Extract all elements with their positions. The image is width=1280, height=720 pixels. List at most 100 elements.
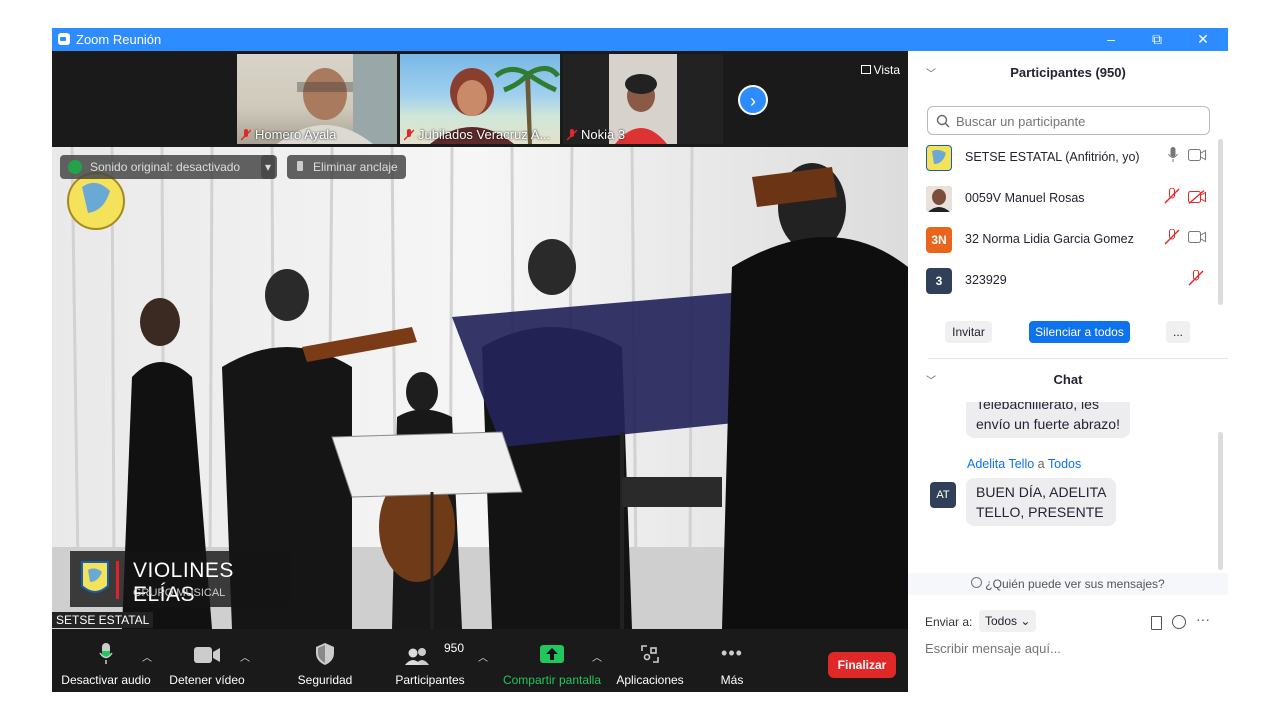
video-area: Homero Ayala Jubilados Veracruz A... Nok… [52, 51, 908, 692]
participants-label: Participantes [395, 673, 465, 687]
mute-audio-button[interactable]: Desactivar audio [58, 629, 154, 692]
shield-icon [316, 643, 334, 665]
avatar [926, 186, 952, 212]
person-info-icon [971, 577, 983, 588]
search-input[interactable] [954, 113, 1198, 130]
participant-row[interactable]: 0059V Manuel Rosas [908, 178, 1228, 218]
thumbnail-name: Jubilados Veracruz A... [418, 127, 551, 142]
thumbnail-name: Nokia 3 [581, 127, 626, 142]
minimize-button[interactable]: – [1088, 28, 1134, 51]
chat-scrollbar[interactable] [1218, 432, 1223, 570]
original-sound-dropdown[interactable]: ▾ [261, 155, 277, 179]
more-options-button[interactable]: ... [1166, 321, 1190, 343]
lower-third-banner: VIOLINES ELÍAS GRUPO MUSICAL [70, 551, 290, 607]
participants-title: Participantes (950) [1010, 65, 1126, 80]
participant-thumbnail[interactable]: Nokia 3 [563, 54, 723, 144]
active-speaker-name: SETSE ESTATAL [52, 612, 154, 628]
restore-button[interactable]: ⧉ [1134, 28, 1180, 51]
stop-video-button[interactable]: Detener vídeo [166, 629, 248, 692]
video-options-caret[interactable]: ︿ [240, 649, 250, 664]
next-page-button[interactable]: › [738, 85, 768, 115]
security-label: Seguridad [297, 673, 353, 687]
participant-thumbnail[interactable]: Homero Ayala [237, 54, 397, 144]
participant-row[interactable]: SETSE ESTATAL (Anfitrión, yo) [908, 137, 1228, 177]
thumbnail-name: Homero Ayala [255, 127, 337, 142]
muted-mic-icon[interactable] [1164, 188, 1180, 204]
thumbnail-strip: Homero Ayala Jubilados Veracruz A... Nok… [52, 51, 908, 147]
emoji-icon[interactable] [1172, 615, 1186, 629]
send-to-dropdown[interactable]: Todos ⌄ [979, 610, 1037, 632]
muted-mic-icon [241, 128, 251, 141]
end-meeting-button[interactable]: Finalizar [828, 652, 896, 678]
banner-title: VIOLINES ELÍAS [133, 559, 234, 606]
video-camera-icon [194, 647, 220, 663]
original-sound-toggle[interactable]: Sonido original: desactivado [60, 155, 275, 179]
participant-search[interactable] [927, 106, 1210, 135]
shield-check-icon [68, 160, 82, 174]
apps-icon [641, 645, 659, 663]
chat-message: Telebachillerato, les envío un fuerte ab… [966, 402, 1130, 438]
avatar: 3N [926, 227, 952, 253]
side-panel: ﹀ Participantes (950) SETSE ESTATAL (Anf… [908, 51, 1228, 692]
avatar [926, 145, 952, 171]
grid-icon [860, 65, 871, 74]
more-button[interactable]: ••• Más [708, 629, 756, 692]
chat-header: ﹀ Chat [908, 358, 1228, 398]
view-button[interactable]: Vista [860, 63, 900, 77]
participants-count: 950 [444, 641, 465, 655]
muted-mic-icon[interactable] [1164, 229, 1180, 245]
send-to-label: Enviar a: [925, 615, 973, 629]
chat-avatar: AT [930, 482, 956, 508]
share-options-caret[interactable]: ︿ [592, 649, 602, 664]
participants-scrollbar[interactable] [1218, 139, 1223, 305]
participant-name: 0059V Manuel Rosas [965, 191, 1085, 205]
more-dots-icon: ••• [721, 643, 743, 663]
chat-recipient[interactable]: Todos [1048, 457, 1081, 471]
chat-sender[interactable]: Adelita Tello [967, 457, 1034, 471]
chat-messages: Telebachillerato, les envío un fuerte ab… [908, 402, 1228, 570]
participants-icon [405, 648, 429, 665]
setse-logo [81, 561, 109, 593]
chat-connector: a [1037, 457, 1045, 471]
title-bar: Zoom Reunión – ⧉ ✕ [52, 28, 1228, 51]
share-screen-icon [540, 645, 564, 663]
zoom-app-icon [58, 33, 70, 45]
who-can-see-link[interactable]: ¿Quién puede ver sus mensajes? [908, 573, 1228, 595]
mute-all-button[interactable]: Silenciar a todos [1029, 321, 1130, 343]
chat-sender-line: Adelita Tello a Todos [967, 457, 1081, 471]
participant-thumbnail[interactable]: Jubilados Veracruz A... [400, 54, 560, 144]
chat-message: BUEN DÍA, ADELITA TELLO, PRESENTE [966, 478, 1117, 526]
participant-name: 323929 [965, 273, 1007, 287]
participants-button[interactable]: 950 Participantes [388, 629, 472, 692]
stop-video-label: Detener vídeo [169, 673, 245, 687]
participant-row[interactable]: 3N 32 Norma Lidia Garcia Gomez [908, 219, 1228, 259]
apps-button[interactable]: Aplicaciones [612, 629, 688, 692]
microphone-icon[interactable] [1168, 147, 1178, 163]
more-label: Más [720, 673, 744, 687]
banner-subtitle: GRUPO MUSICAL [133, 587, 226, 599]
share-screen-label: Compartir pantalla [502, 673, 602, 687]
invite-button[interactable]: Invitar [945, 321, 992, 343]
video-camera-icon[interactable] [1188, 149, 1206, 161]
microphone-icon [99, 643, 113, 664]
mute-audio-label: Desactivar audio [61, 673, 151, 687]
security-button[interactable]: Seguridad [290, 629, 360, 692]
pin-icon [297, 161, 303, 171]
share-screen-button[interactable]: Compartir pantalla [500, 629, 604, 692]
muted-mic-icon [567, 128, 577, 141]
chat-message-input[interactable] [923, 636, 1217, 660]
video-off-icon[interactable] [1188, 190, 1206, 204]
apps-label: Aplicaciones [616, 673, 684, 687]
close-button[interactable]: ✕ [1180, 28, 1226, 51]
chat-more-button[interactable]: ··· [1196, 611, 1210, 627]
audio-options-caret[interactable]: ︿ [142, 649, 152, 664]
avatar: 3 [926, 268, 952, 294]
unpin-button[interactable]: Eliminar anclaje [287, 155, 406, 179]
file-icon[interactable] [1151, 616, 1162, 630]
video-camera-icon[interactable] [1188, 231, 1206, 243]
participants-options-caret[interactable]: ︿ [478, 649, 488, 664]
muted-mic-icon[interactable] [1188, 270, 1204, 286]
participant-row[interactable]: 3 323929 [908, 260, 1228, 300]
muted-mic-icon [404, 128, 414, 141]
participant-name: SETSE ESTATAL (Anfitrión, yo) [965, 150, 1140, 164]
